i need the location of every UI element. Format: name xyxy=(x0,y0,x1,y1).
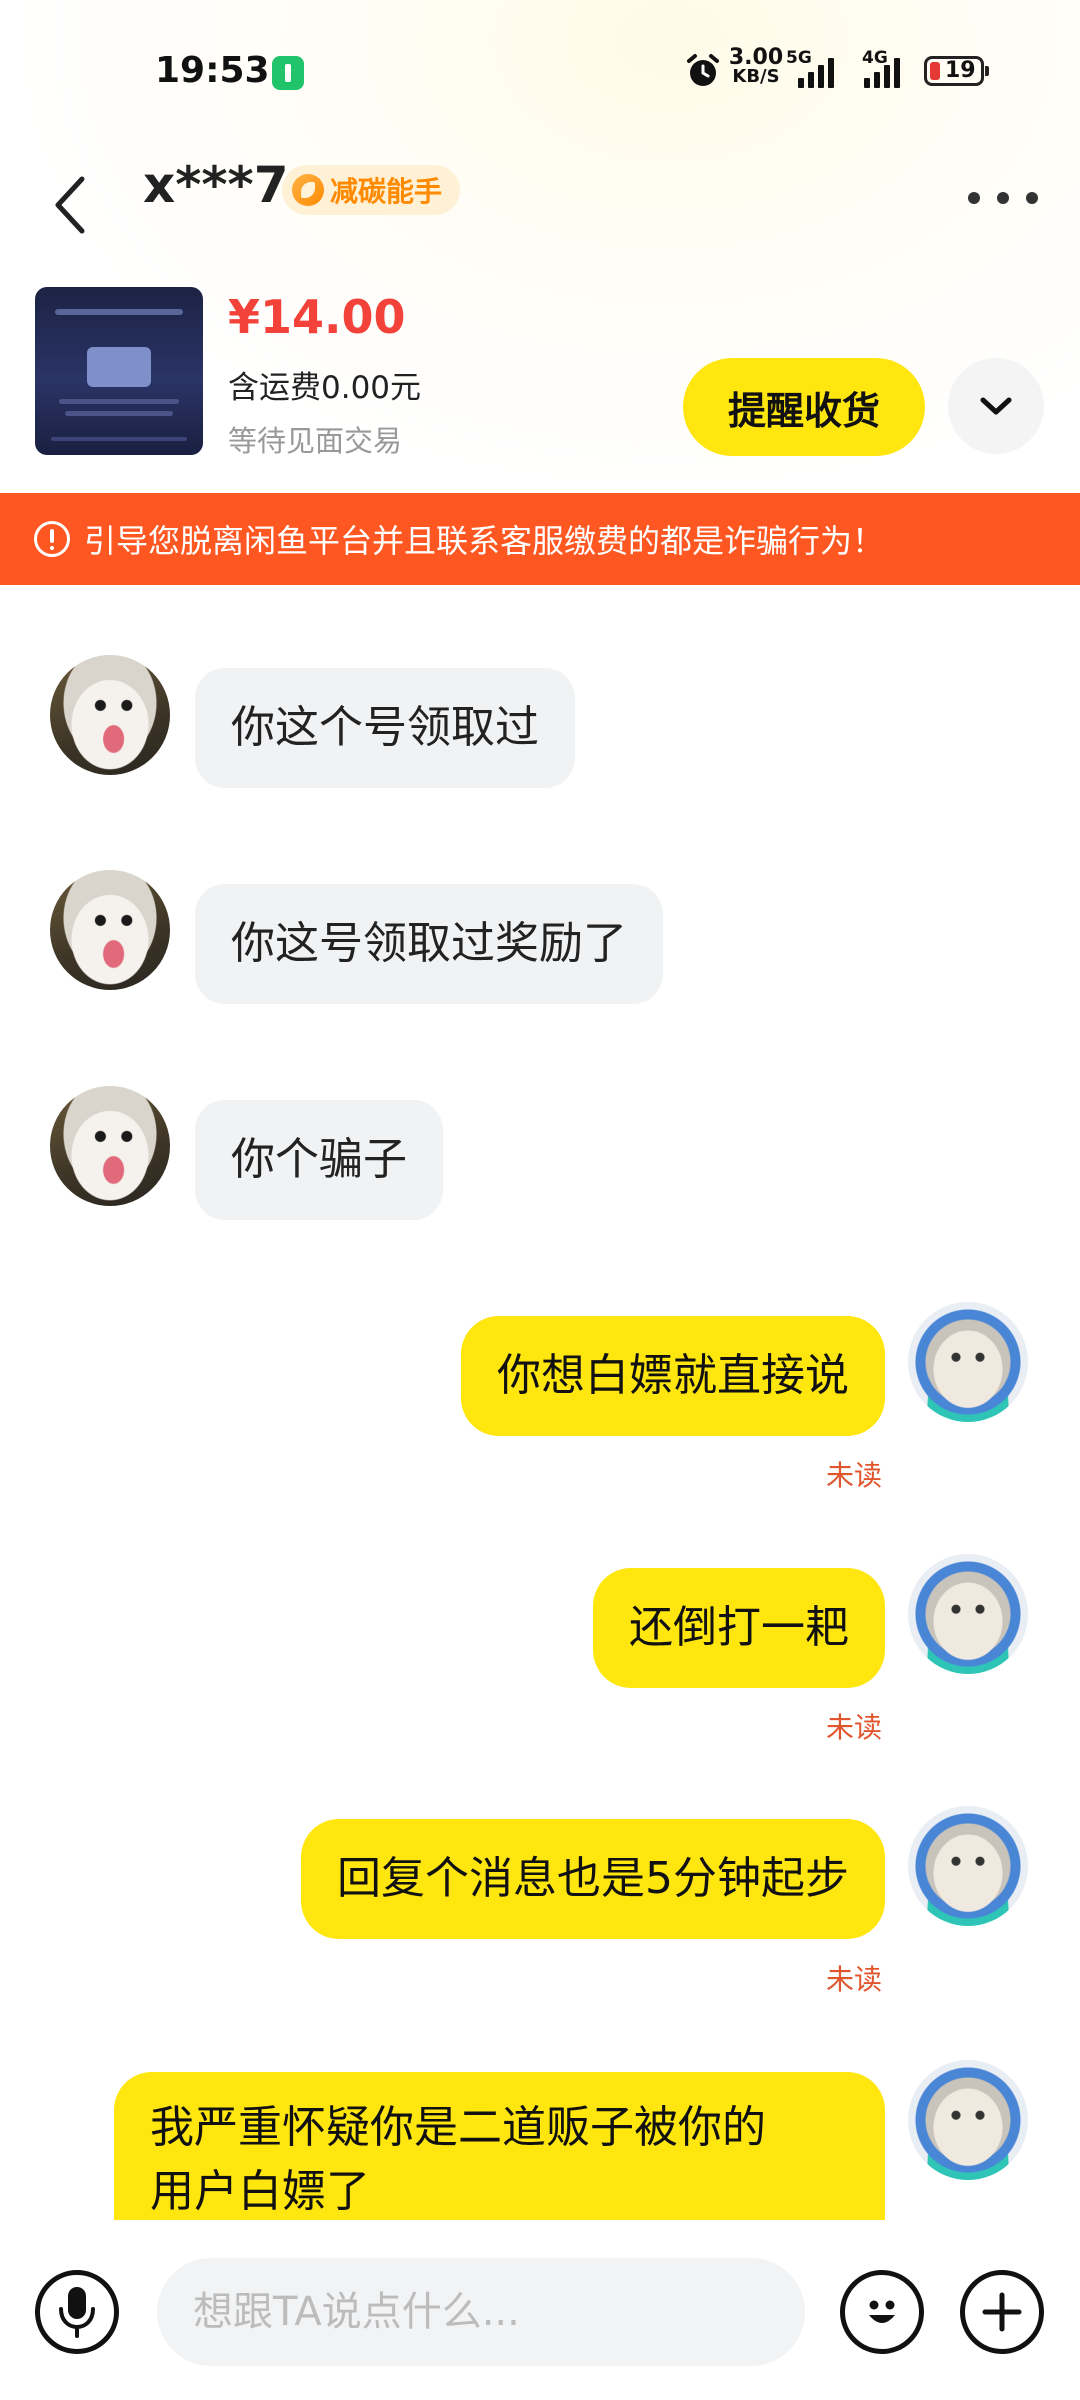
voice-button[interactable] xyxy=(35,2270,119,2354)
message-bubble-incoming[interactable]: 你个骗子 xyxy=(195,1100,443,1220)
badge-label: 减碳能手 xyxy=(330,175,443,208)
message-bubble-outgoing[interactable]: 我严重怀疑你是二道贩子被你的 用户白嫖了 xyxy=(114,2072,885,2220)
emoji-button[interactable] xyxy=(840,2270,924,2354)
plus-button[interactable] xyxy=(960,2270,1044,2354)
back-icon xyxy=(55,176,85,234)
thumbnail-decor xyxy=(59,399,179,404)
message-bubble-incoming[interactable]: 你这个号领取过 xyxy=(195,668,575,788)
my-avatar[interactable] xyxy=(908,2060,1028,2180)
chevron-down-icon xyxy=(980,397,1012,415)
back-button[interactable] xyxy=(40,160,100,250)
status-bar: 19:53 3.00 KB/S 5G 4G 19 xyxy=(0,0,1080,140)
signal-icon xyxy=(798,58,834,88)
message-bubble-outgoing[interactable]: 你想白嫖就直接说 xyxy=(461,1316,885,1436)
battery-icon: 19 xyxy=(924,56,989,86)
chat-header: x***7 减碳能手 xyxy=(0,140,1080,270)
emoji-icon xyxy=(869,2300,895,2323)
unread-status: 未读 xyxy=(826,1711,883,1744)
more-icon-dot xyxy=(997,192,1009,204)
input-bar xyxy=(0,2220,1080,2400)
user-badge[interactable]: 减碳能手 xyxy=(282,165,461,215)
unread-status: 未读 xyxy=(826,1963,883,1996)
unread-status: 未读 xyxy=(826,1459,883,1492)
my-avatar[interactable] xyxy=(908,1806,1028,1926)
contact-avatar[interactable] xyxy=(50,870,170,990)
thumbnail-decor xyxy=(87,347,151,387)
more-icon-dot xyxy=(1026,192,1038,204)
network-speed: 3.00 KB/S xyxy=(728,45,784,87)
microphone-icon xyxy=(59,2287,95,2338)
thumbnail-decor xyxy=(65,411,173,416)
contact-name[interactable]: x***7 xyxy=(143,156,288,214)
more-button[interactable] xyxy=(968,176,1038,220)
message-line: 我严重怀疑你是二道贩子被你的 xyxy=(150,2102,766,2153)
battery-level: 19 xyxy=(945,58,976,83)
message-bubble-outgoing[interactable]: 还倒打一耙 xyxy=(593,1568,885,1688)
product-thumbnail[interactable] xyxy=(35,287,203,455)
status-time: 19:53 xyxy=(155,50,270,91)
product-card: ¥14.00 含运费0.00元 等待见面交易 提醒收货 xyxy=(0,270,1080,490)
leaf-icon xyxy=(292,174,324,206)
my-avatar[interactable] xyxy=(908,1302,1028,1422)
contact-avatar[interactable] xyxy=(50,655,170,775)
more-icon xyxy=(968,192,980,204)
plus-icon xyxy=(982,2292,1022,2332)
shipping-info: 含运费0.00元 xyxy=(228,370,422,406)
charging-icon xyxy=(272,56,304,90)
product-price: ¥14.00 xyxy=(228,290,406,344)
message-input[interactable] xyxy=(157,2258,805,2366)
signal-icon-2 xyxy=(864,58,900,88)
fraud-warning-banner: 引导您脱离闲鱼平台并且联系客服缴费的都是诈骗行为！ xyxy=(0,493,1080,585)
alarm-icon xyxy=(687,54,719,86)
trade-status: 等待见面交易 xyxy=(228,424,403,458)
message-bubble-incoming[interactable]: 你这号领取过奖励了 xyxy=(195,884,663,1004)
thumbnail-decor xyxy=(55,309,183,315)
warning-icon xyxy=(34,521,70,557)
thumbnail-decor xyxy=(51,437,187,441)
battery-fill xyxy=(930,62,940,80)
network-speed-value: 3.00 xyxy=(728,45,784,70)
warning-text: 引导您脱离闲鱼平台并且联系客服缴费的都是诈骗行为！ xyxy=(84,522,885,560)
message-line: 用户白嫖了 xyxy=(150,2166,370,2217)
message-clip: 我严重怀疑你是二道贩子被你的 用户白嫖了 xyxy=(0,2040,1080,2220)
contact-avatar[interactable] xyxy=(50,1086,170,1206)
my-avatar[interactable] xyxy=(908,1554,1028,1674)
network-speed-unit: KB/S xyxy=(732,66,780,87)
remind-receipt-button[interactable]: 提醒收货 xyxy=(683,358,925,456)
expand-button[interactable] xyxy=(948,358,1044,454)
message-bubble-outgoing[interactable]: 回复个消息也是5分钟起步 xyxy=(301,1819,885,1939)
